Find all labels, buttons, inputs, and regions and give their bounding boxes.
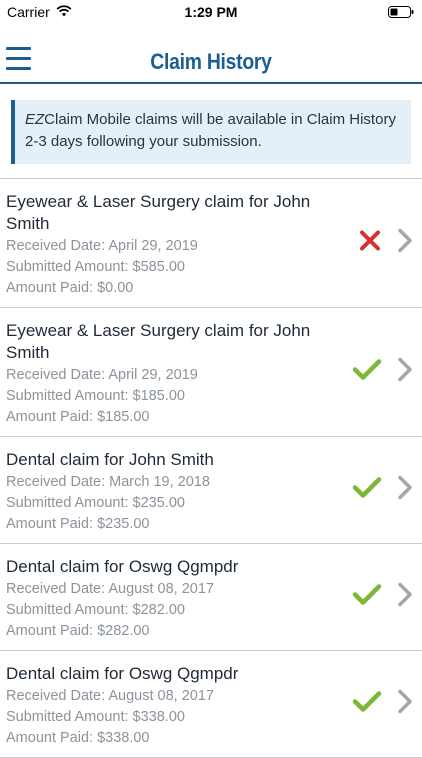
chevron-right-icon[interactable] [397, 475, 413, 506]
claim-title: Eyewear & Laser Surgery claim for John S… [6, 192, 311, 233]
notice-emphasis: EZ [25, 111, 45, 128]
claim-received-date: Received Date: August 08, 2017 [6, 581, 214, 597]
chevron-right-icon[interactable] [397, 582, 413, 613]
claim-amount-paid: Amount Paid: $0.00 [6, 280, 134, 296]
battery-icon [388, 5, 414, 21]
claim-amount-paid: Amount Paid: $185.00 [6, 409, 150, 425]
approved-check-icon [352, 358, 382, 387]
claim-title: Dental claim for Oswg Qgmpdr [6, 664, 239, 683]
claim-item[interactable]: Eyewear & Laser Surgery claim for John S… [0, 308, 422, 437]
claim-amount-paid: Amount Paid: $338.00 [6, 730, 150, 746]
claim-received-date: Received Date: April 29, 2019 [6, 238, 198, 254]
chevron-right-icon[interactable] [397, 228, 413, 259]
chevron-right-icon[interactable] [397, 357, 413, 388]
claim-item[interactable]: Dental claim for Oswg Qgmpdr Received Da… [0, 651, 422, 758]
claim-title: Dental claim for Oswg Qgmpdr [6, 557, 239, 576]
chevron-right-icon[interactable] [397, 689, 413, 720]
page-title: Claim History [150, 49, 272, 74]
claim-title: Eyewear & Laser Surgery claim for John S… [6, 321, 311, 362]
claims-list: Eyewear & Laser Surgery claim for John S… [0, 178, 422, 758]
claim-title: Dental claim for John Smith [6, 450, 214, 469]
approved-check-icon [352, 690, 382, 719]
claim-amount-paid: Amount Paid: $235.00 [6, 516, 150, 532]
denied-x-icon [358, 229, 382, 258]
claim-item[interactable]: Dental claim for John Smith Received Dat… [0, 437, 422, 544]
claim-submitted-amount: Submitted Amount: $338.00 [6, 709, 185, 725]
claim-received-date: Received Date: April 29, 2019 [6, 367, 198, 383]
navigation-bar: Claim History [0, 22, 422, 84]
claim-submitted-amount: Submitted Amount: $585.00 [6, 259, 185, 275]
notice-text: Claim Mobile claims will be available in… [25, 111, 396, 150]
claim-received-date: Received Date: March 19, 2018 [6, 474, 210, 490]
claim-received-date: Received Date: August 08, 2017 [6, 688, 214, 704]
approved-check-icon [352, 583, 382, 612]
status-bar: Carrier 1:29 PM [0, 0, 422, 22]
claim-item[interactable]: Dental claim for Oswg Qgmpdr Received Da… [0, 544, 422, 651]
claim-submitted-amount: Submitted Amount: $235.00 [6, 495, 185, 511]
claim-item[interactable]: Eyewear & Laser Surgery claim for John S… [0, 179, 422, 308]
info-notice: EZClaim Mobile claims will be available … [11, 100, 411, 164]
claim-submitted-amount: Submitted Amount: $282.00 [6, 602, 185, 618]
claim-submitted-amount: Submitted Amount: $185.00 [6, 388, 185, 404]
claim-amount-paid: Amount Paid: $282.00 [6, 623, 150, 639]
status-time: 1:29 PM [184, 4, 238, 20]
approved-check-icon [352, 476, 382, 505]
